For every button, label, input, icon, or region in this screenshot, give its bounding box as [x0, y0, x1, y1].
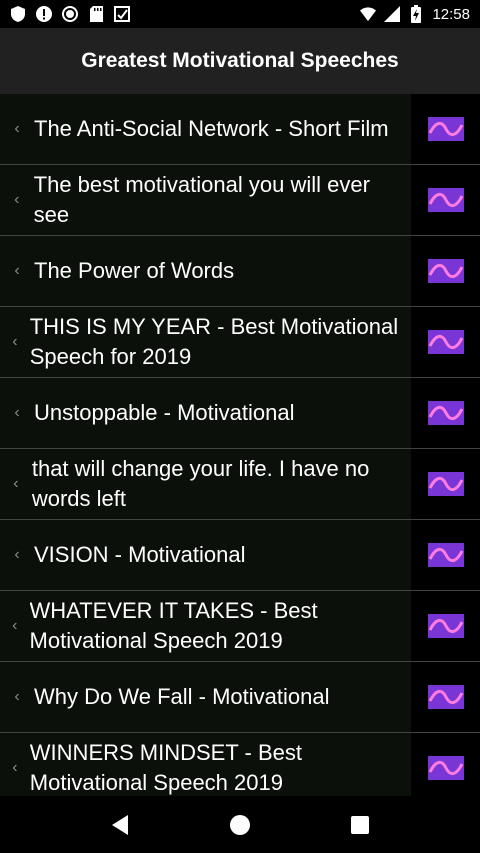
wave-thumbnail-icon — [427, 543, 464, 567]
wave-thumbnail-icon — [427, 188, 464, 212]
wave-thumbnail-icon — [427, 685, 464, 709]
circle-icon — [62, 6, 78, 22]
list-item-thumbnail[interactable] — [410, 662, 480, 732]
wave-thumbnail-icon — [427, 472, 464, 496]
list-item-thumbnail[interactable] — [410, 307, 480, 377]
list-item-title: WINNERS MINDSET - Best Motivational Spee… — [29, 740, 302, 795]
status-time: 12:58 — [432, 5, 470, 23]
list-item-title: Unstoppable - Motivational — [34, 400, 295, 425]
list-item-thumbnail[interactable] — [410, 236, 480, 306]
list-item-thumbnail[interactable] — [410, 94, 480, 164]
chevron-left-icon: ‹ — [12, 333, 18, 350]
navigation-bar — [0, 796, 480, 853]
list-item[interactable]: ‹ The best motivational you will ever se… — [0, 165, 480, 236]
list-item-title: that will change your life. I have no wo… — [31, 456, 370, 511]
recents-icon[interactable] — [345, 810, 375, 840]
list-item-main[interactable]: ‹ that will change your life. I have no … — [0, 449, 410, 519]
list-item[interactable]: ‹ WINNERS MINDSET - Best Motivational Sp… — [0, 733, 480, 796]
list-item-thumbnail[interactable] — [410, 449, 480, 519]
shield-icon — [10, 6, 26, 22]
back-icon[interactable] — [105, 810, 135, 840]
list-item[interactable]: ‹ THIS IS MY YEAR - Best Motivational Sp… — [0, 307, 480, 378]
list-item-main[interactable]: ‹ THIS IS MY YEAR - Best Motivational Sp… — [0, 307, 410, 377]
list-item[interactable]: ‹ VISION - Motivational — [0, 520, 480, 591]
list-item[interactable]: ‹ Why Do We Fall - Motivational — [0, 662, 480, 733]
signal-icon — [384, 6, 401, 22]
status-left-icons — [10, 6, 130, 22]
list-item-main[interactable]: ‹ WHATEVER IT TAKES - Best Motivational … — [0, 591, 410, 661]
wifi-icon — [360, 6, 377, 22]
list-item-title: The Power of Words — [34, 258, 235, 283]
chevron-left-icon: ‹ — [14, 262, 20, 279]
list-item-title: WHATEVER IT TAKES - Best Motivational Sp… — [29, 598, 318, 653]
list-item[interactable]: ‹ The Power of Words — [0, 236, 480, 307]
list-item-title: THIS IS MY YEAR - Best Motivational Spee… — [29, 314, 399, 369]
speech-list: ‹ The Anti-Social Network - Short Film ‹… — [0, 94, 480, 796]
list-item-title: Why Do We Fall - Motivational — [34, 684, 330, 709]
chevron-left-icon: ‹ — [13, 475, 19, 492]
wave-thumbnail-icon — [427, 259, 464, 283]
alert-icon — [36, 6, 52, 22]
list-item-title: The best motivational you will ever see — [33, 172, 370, 227]
status-right-icons: 12:58 — [360, 5, 470, 23]
app-bar: Greatest Motivational Speeches — [0, 28, 480, 94]
chevron-left-icon: ‹ — [12, 759, 18, 776]
chevron-left-icon: ‹ — [14, 120, 20, 137]
chevron-left-icon: ‹ — [14, 404, 20, 421]
wave-thumbnail-icon — [427, 401, 464, 425]
list-item[interactable]: ‹ that will change your life. I have no … — [0, 449, 480, 520]
cast-icon — [114, 6, 130, 22]
wave-thumbnail-icon — [427, 756, 464, 780]
list-item-thumbnail[interactable] — [410, 378, 480, 448]
list-item-thumbnail[interactable] — [410, 591, 480, 661]
list-item-main[interactable]: ‹ Why Do We Fall - Motivational — [0, 662, 410, 732]
list-item-main[interactable]: ‹ Unstoppable - Motivational — [0, 378, 410, 448]
list-item-main[interactable]: ‹ The best motivational you will ever se… — [0, 165, 410, 235]
list-item-thumbnail[interactable] — [410, 733, 480, 796]
list-item-title: VISION - Motivational — [34, 542, 246, 567]
list-item[interactable]: ‹ The Anti-Social Network - Short Film — [0, 94, 480, 165]
chevron-left-icon: ‹ — [12, 617, 18, 634]
list-item[interactable]: ‹ Unstoppable - Motivational — [0, 378, 480, 449]
list-item-main[interactable]: ‹ WINNERS MINDSET - Best Motivational Sp… — [0, 733, 410, 796]
wave-thumbnail-icon — [427, 117, 464, 141]
status-bar: 12:58 — [0, 0, 480, 28]
battery-charging-icon — [408, 5, 424, 23]
chevron-left-icon: ‹ — [14, 191, 20, 208]
page-title: Greatest Motivational Speeches — [81, 49, 399, 72]
list-item[interactable]: ‹ WHATEVER IT TAKES - Best Motivational … — [0, 591, 480, 662]
wave-thumbnail-icon — [427, 330, 464, 354]
list-item-thumbnail[interactable] — [410, 520, 480, 590]
list-item-main[interactable]: ‹ VISION - Motivational — [0, 520, 410, 590]
list-item-title: The Anti-Social Network - Short Film — [34, 116, 389, 141]
chevron-left-icon: ‹ — [14, 688, 20, 705]
list-item-thumbnail[interactable] — [410, 165, 480, 235]
chevron-left-icon: ‹ — [14, 546, 20, 563]
home-icon[interactable] — [225, 810, 255, 840]
wave-thumbnail-icon — [427, 614, 464, 638]
list-item-main[interactable]: ‹ The Power of Words — [0, 236, 410, 306]
list-item-main[interactable]: ‹ The Anti-Social Network - Short Film — [0, 94, 410, 164]
sd-card-icon — [88, 6, 104, 22]
